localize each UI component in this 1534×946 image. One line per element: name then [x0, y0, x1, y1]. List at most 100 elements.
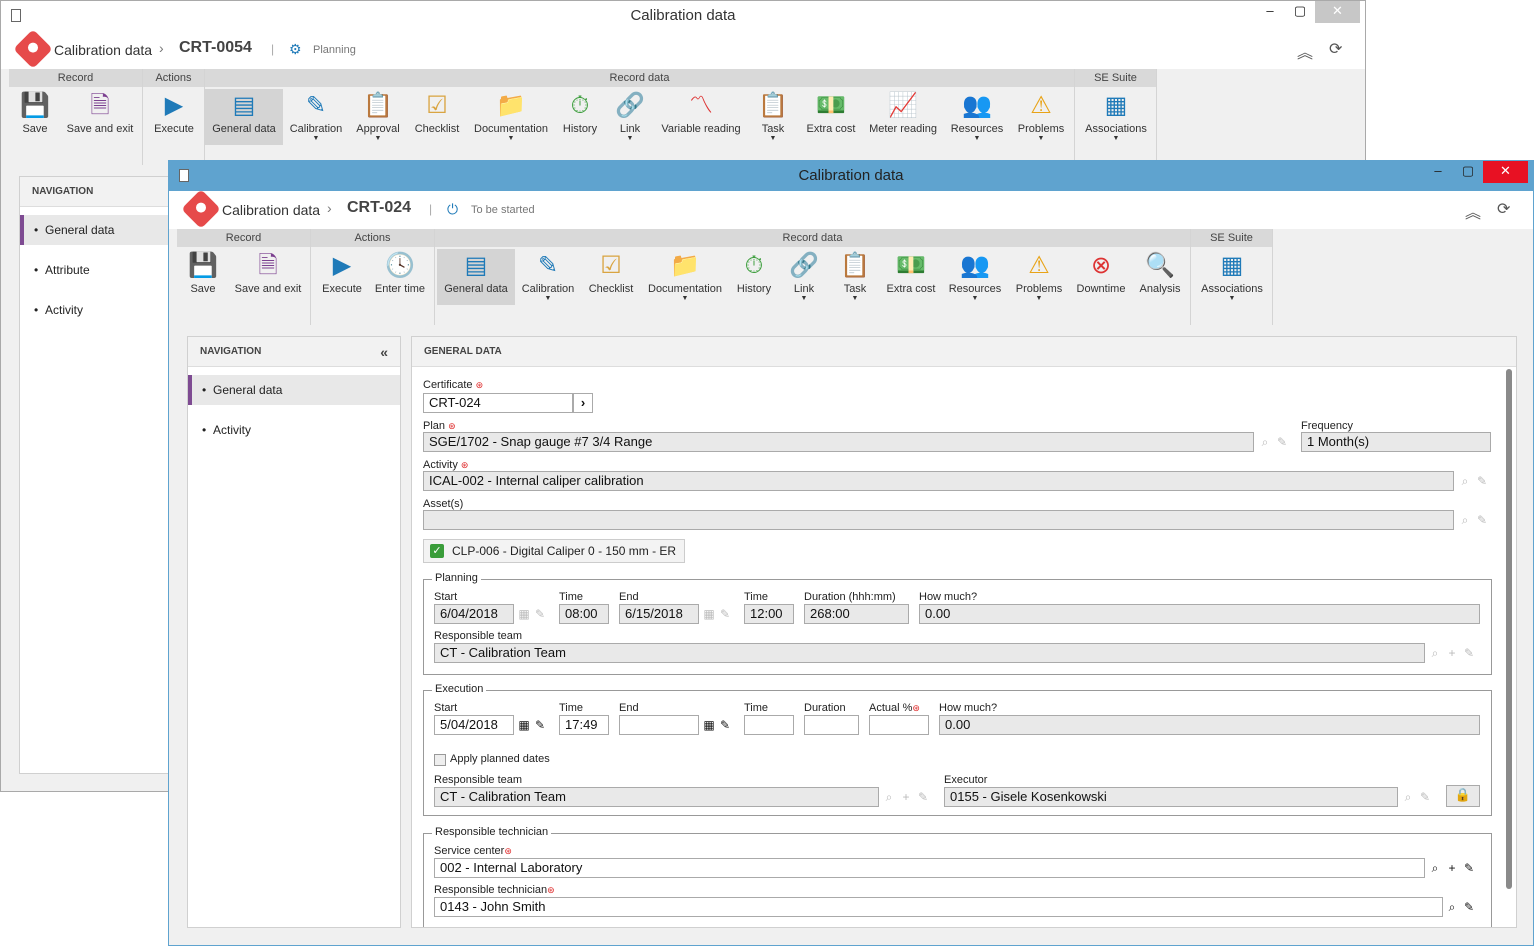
search-icon[interactable]: ⌕: [1457, 512, 1473, 528]
maximize-icon[interactable]: ▢: [1285, 1, 1315, 23]
execution-actual-field[interactable]: [869, 715, 929, 735]
search-icon[interactable]: ⌕: [1400, 789, 1416, 805]
clear-icon[interactable]: ✎: [532, 717, 548, 733]
history-button[interactable]: ⏱ History: [733, 249, 775, 305]
search-icon[interactable]: ⌕: [1427, 860, 1443, 876]
nav-item-attribute[interactable]: Attribute: [20, 255, 178, 285]
clear-icon[interactable]: ✎: [1461, 860, 1477, 876]
calibration-button[interactable]: ✎ Calibration ▼: [287, 89, 345, 145]
apply-planned-dates-checkbox[interactable]: [434, 754, 446, 766]
clear-icon[interactable]: ✎: [1474, 473, 1490, 489]
clear-icon[interactable]: ✎: [1474, 512, 1490, 528]
resources-button[interactable]: 👥 Resources ▼: [947, 89, 1007, 145]
downtime-button[interactable]: ⊗ Downtime: [1073, 249, 1129, 305]
extra-cost-button[interactable]: 💵 Extra cost: [883, 249, 939, 305]
calendar-icon[interactable]: ▦: [516, 717, 532, 733]
clear-icon[interactable]: ✎: [1461, 645, 1477, 661]
refresh-icon[interactable]: ⟳: [1329, 39, 1342, 59]
planning-team-field[interactable]: CT - Calibration Team: [434, 643, 1425, 663]
minimize-icon[interactable]: –: [1255, 1, 1285, 23]
associations-button[interactable]: ▦ Associations ▼: [1195, 249, 1269, 305]
asset-chip[interactable]: ✓ CLP-006 - Digital Caliper 0 - 150 mm - …: [423, 539, 685, 563]
save-exit-button[interactable]: 🗎 Save and exit: [233, 249, 303, 305]
collapse-icon[interactable]: ︽: [1297, 39, 1313, 63]
task-button[interactable]: 📋 Task ▼: [837, 249, 873, 305]
documentation-button[interactable]: 📁 Documentation ▼: [471, 89, 551, 145]
task-button[interactable]: 📋 Task ▼: [755, 89, 791, 145]
general-data-button[interactable]: ▤ General data: [437, 249, 515, 305]
enter-time-button[interactable]: 🕓 Enter time: [373, 249, 427, 305]
activity-field[interactable]: ICAL-002 - Internal caliper calibration: [423, 471, 1454, 491]
checklist-button[interactable]: ☑ Checklist: [585, 249, 637, 305]
add-icon[interactable]: +: [898, 789, 914, 805]
calendar-icon[interactable]: ▦: [701, 606, 717, 622]
variable-reading-button[interactable]: 〽 Variable reading: [659, 89, 743, 145]
execute-button[interactable]: ▶ Execute: [151, 89, 197, 145]
close-icon[interactable]: ✕: [1315, 1, 1360, 23]
link-button[interactable]: 🔗 Link ▼: [613, 89, 647, 145]
front-app-name[interactable]: Calibration data: [222, 202, 320, 218]
execution-team-field[interactable]: CT - Calibration Team: [434, 787, 879, 807]
collapse-left-icon[interactable]: «: [380, 337, 388, 367]
executor-field[interactable]: 0155 - Gisele Kosenkowski: [944, 787, 1398, 807]
approval-button[interactable]: 📋 Approval ▼: [353, 89, 403, 145]
planning-start-field[interactable]: 6/04/2018: [434, 604, 514, 624]
link-button[interactable]: 🔗 Link ▼: [787, 249, 821, 305]
service-center-field[interactable]: 002 - Internal Laboratory: [434, 858, 1425, 878]
clear-icon[interactable]: ✎: [1274, 434, 1290, 450]
plan-field[interactable]: SGE/1702 - Snap gauge #7 3/4 Range: [423, 432, 1254, 452]
nav-item-general-data[interactable]: General data: [20, 215, 178, 245]
lock-button[interactable]: 🔒: [1446, 785, 1480, 807]
planning-time2-field[interactable]: 12:00: [744, 604, 794, 624]
close-icon[interactable]: ✕: [1483, 161, 1528, 183]
meter-reading-button[interactable]: 📈 Meter reading: [865, 89, 941, 145]
documentation-button[interactable]: 📁 Documentation ▼: [645, 249, 725, 305]
resources-button[interactable]: 👥 Resources ▼: [945, 249, 1005, 305]
technician-field[interactable]: 0143 - John Smith: [434, 897, 1443, 917]
clear-icon[interactable]: ✎: [1461, 899, 1477, 915]
add-icon[interactable]: +: [1444, 860, 1460, 876]
general-data-button[interactable]: ▤ General data: [205, 89, 283, 145]
problems-button[interactable]: ⚠ Problems ▼: [1013, 89, 1069, 145]
search-icon[interactable]: ⌕: [1457, 473, 1473, 489]
scrollbar[interactable]: [1506, 369, 1512, 889]
refresh-icon[interactable]: ⟳: [1497, 199, 1510, 219]
collapse-icon[interactable]: ︽: [1465, 199, 1481, 223]
clear-icon[interactable]: ✎: [915, 789, 931, 805]
clear-icon[interactable]: ✎: [1417, 789, 1433, 805]
calendar-icon[interactable]: ▦: [516, 606, 532, 622]
execute-button[interactable]: ▶ Execute: [319, 249, 365, 305]
execution-time2-field[interactable]: [744, 715, 794, 735]
history-button[interactable]: ⏱ History: [559, 89, 601, 145]
save-button[interactable]: 💾 Save: [15, 89, 55, 145]
certificate-field[interactable]: CRT-024: [423, 393, 573, 413]
clear-icon[interactable]: ✎: [717, 606, 733, 622]
calibration-button[interactable]: ✎ Calibration ▼: [519, 249, 577, 305]
execution-end-field[interactable]: [619, 715, 699, 735]
associations-button[interactable]: ▦ Associations ▼: [1079, 89, 1153, 145]
certificate-next-button[interactable]: ›: [573, 393, 593, 413]
planning-howmuch-field[interactable]: 0.00: [919, 604, 1480, 624]
search-icon[interactable]: ⌕: [1427, 645, 1443, 661]
search-icon[interactable]: ⌕: [1257, 434, 1273, 450]
nav-item-activity[interactable]: Activity: [188, 415, 400, 445]
nav-item-general-data[interactable]: General data: [188, 375, 400, 405]
minimize-icon[interactable]: –: [1423, 161, 1453, 183]
planning-end-field[interactable]: 6/15/2018: [619, 604, 699, 624]
problems-button[interactable]: ⚠ Problems ▼: [1011, 249, 1067, 305]
clear-icon[interactable]: ✎: [532, 606, 548, 622]
save-button[interactable]: 💾 Save: [183, 249, 223, 305]
analysis-button[interactable]: 🔍 Analysis: [1135, 249, 1185, 305]
execution-time-field[interactable]: 17:49: [559, 715, 609, 735]
add-icon[interactable]: +: [1444, 645, 1460, 661]
extra-cost-button[interactable]: 💵 Extra cost: [803, 89, 859, 145]
execution-duration-field[interactable]: [804, 715, 859, 735]
planning-time-field[interactable]: 08:00: [559, 604, 609, 624]
calendar-icon[interactable]: ▦: [701, 717, 717, 733]
clear-icon[interactable]: ✎: [717, 717, 733, 733]
back-app-name[interactable]: Calibration data: [54, 42, 152, 58]
checklist-button[interactable]: ☑ Checklist: [411, 89, 463, 145]
save-exit-button[interactable]: 🗎 Save and exit: [65, 89, 135, 145]
assets-field[interactable]: [423, 510, 1454, 530]
execution-start-field[interactable]: 5/04/2018: [434, 715, 514, 735]
